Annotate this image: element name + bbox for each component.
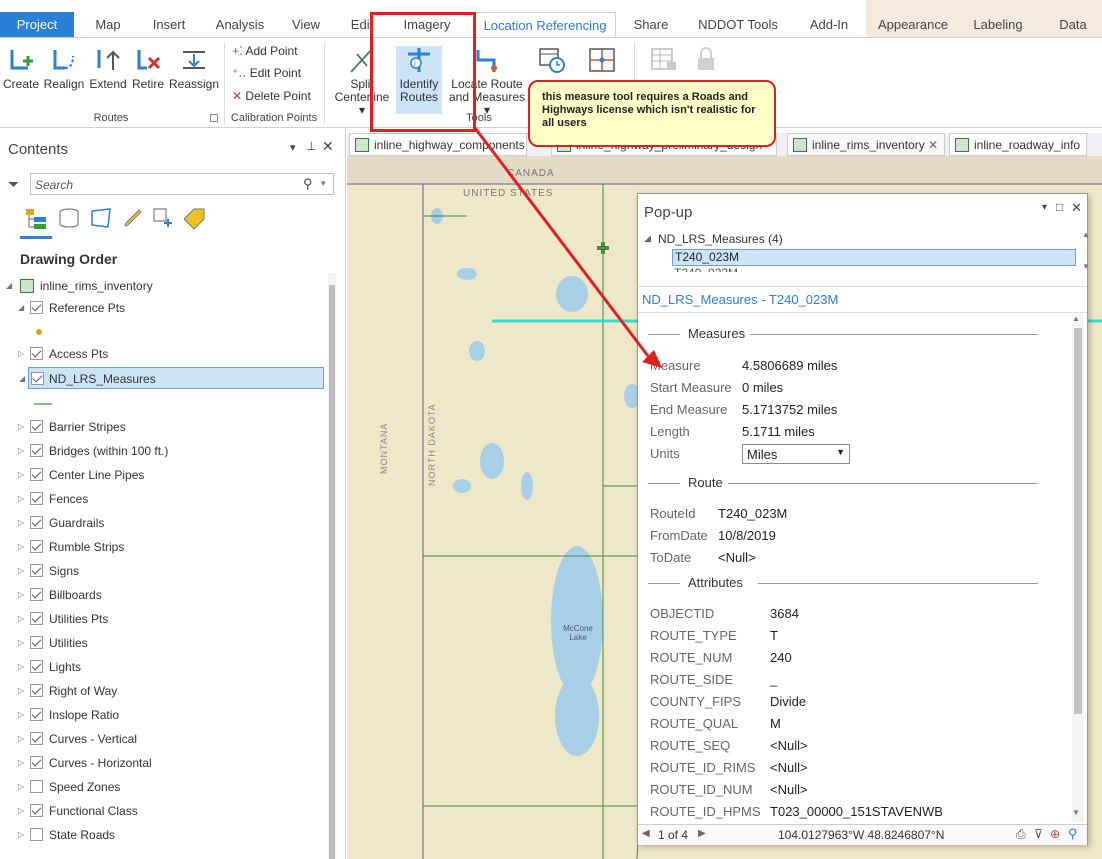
annotation-callout: this measure tool requires a Roads and H… — [528, 80, 776, 147]
